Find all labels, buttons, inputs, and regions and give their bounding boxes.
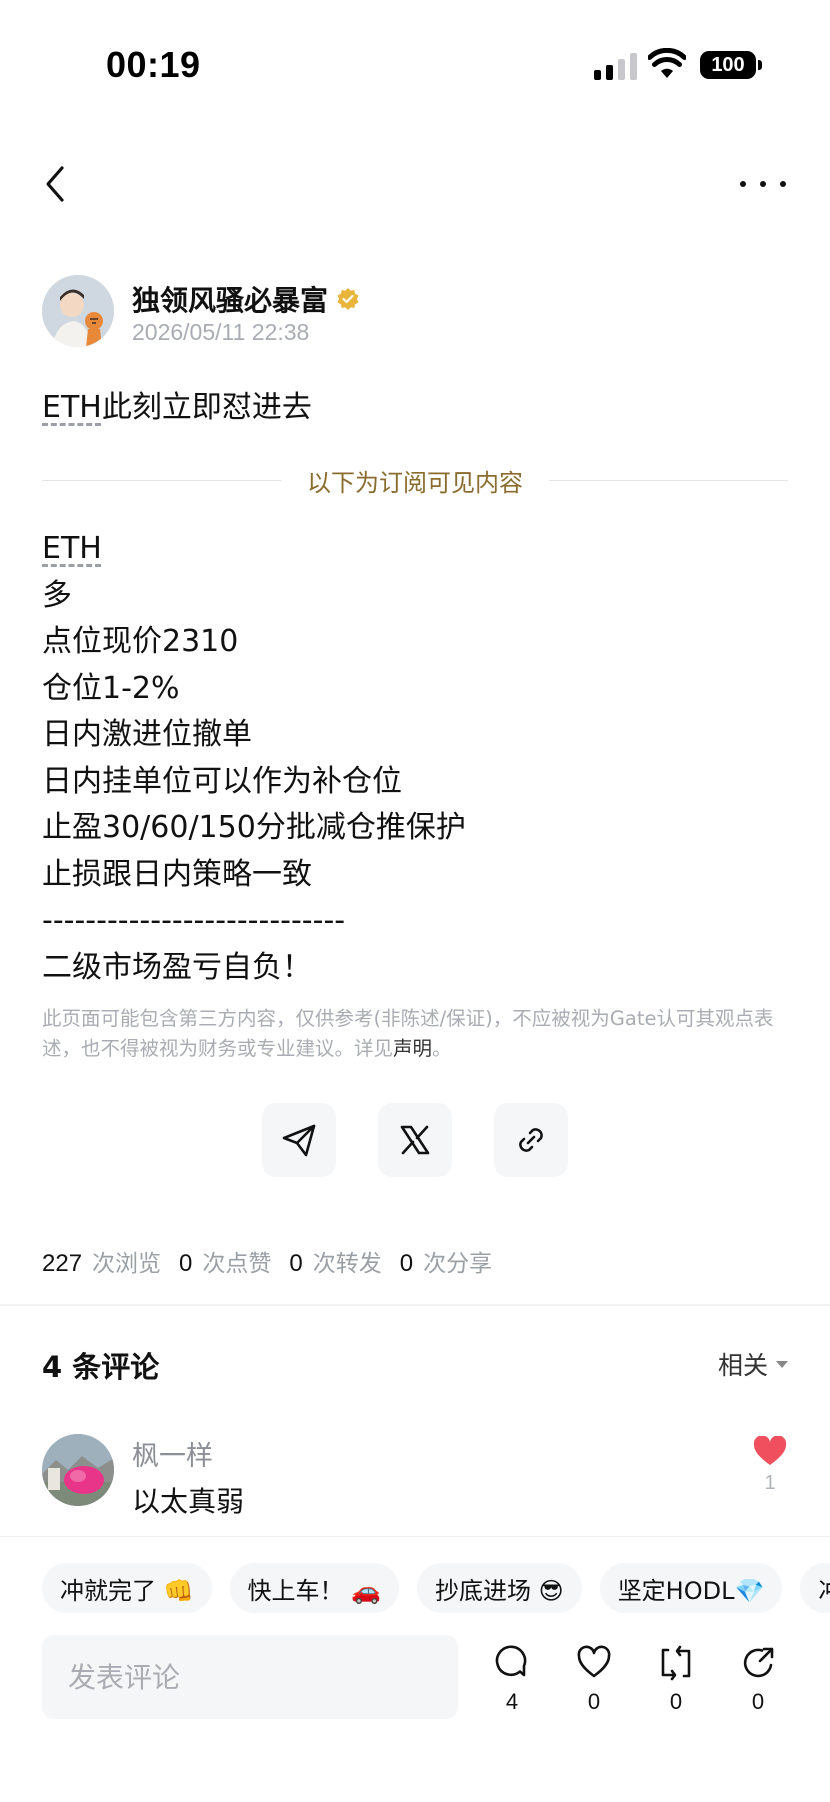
post-body: ETH 多 点位现价2310 仓位1-2% 日内激进位撤单 日内挂单位可以作为补…	[42, 526, 802, 991]
quick-reply-chip[interactable]: 坚定HODL💎	[599, 1563, 783, 1613]
copy-link-button[interactable]	[494, 1103, 568, 1177]
commenter-name[interactable]: 枫一样	[132, 1434, 213, 1473]
views-count: 227	[42, 1250, 83, 1277]
body-line: ----------------------------	[42, 903, 346, 938]
x-logo-icon	[400, 1125, 430, 1155]
divider-line	[42, 479, 281, 481]
divider-line	[549, 479, 788, 481]
reposts-count: 0	[289, 1250, 303, 1277]
likes-count: 0	[179, 1250, 193, 1277]
sort-label: 相关	[717, 1351, 768, 1380]
body-line: 仓位1-2%	[42, 670, 180, 706]
reposts-label: 次转发	[312, 1251, 382, 1277]
share-row	[262, 1103, 568, 1177]
paper-plane-icon	[282, 1124, 316, 1157]
status-time: 00:19	[106, 44, 201, 85]
body-line: 日内挂单位可以作为补仓位	[42, 763, 402, 799]
body-line: 日内激进位撤单	[42, 717, 252, 752]
comment-action-button[interactable]: 4	[494, 1645, 530, 1715]
quick-reply-chip[interactable]: 快上车！ 🚗	[229, 1563, 400, 1613]
shares-label: 次分享	[423, 1251, 493, 1277]
body-line: 点位现价2310	[42, 624, 239, 659]
repost-action-count: 0	[669, 1689, 683, 1714]
body-line: 止损跟日内策略一致	[42, 856, 312, 892]
top-nav	[0, 160, 830, 210]
wifi-icon	[648, 48, 686, 78]
post-title: ETH此刻立即怼进去	[42, 382, 312, 426]
body-line: 止盈30/60/150分批减仓推保护	[42, 810, 466, 845]
caret-down-icon	[776, 1360, 788, 1368]
like-action-button[interactable]: 0	[576, 1645, 612, 1715]
like-action-count: 0	[587, 1689, 601, 1714]
quick-reply-chip[interactable]: 抄底进场 😎	[417, 1563, 582, 1613]
more-options-icon[interactable]	[740, 166, 786, 202]
share-action-button[interactable]: 0	[740, 1645, 776, 1715]
commenter-avatar[interactable]	[42, 1434, 114, 1506]
comment-like-button[interactable]: 1	[752, 1435, 788, 1495]
author-name[interactable]: 独领风骚必暴富	[132, 279, 360, 319]
cellular-signal-icon	[594, 52, 637, 80]
repost-icon	[661, 1645, 691, 1681]
comment-text: 以太真弱	[132, 1485, 245, 1518]
section-separator	[0, 1304, 830, 1306]
author-avatar[interactable]	[42, 275, 114, 347]
comment-bubble-icon	[495, 1645, 527, 1677]
heart-outline-icon	[577, 1645, 611, 1678]
subscriber-divider: 以下为订阅可见内容	[42, 462, 788, 498]
post-timestamp: 2026/05/11 22:38	[132, 319, 310, 345]
verified-badge-icon	[337, 288, 359, 310]
comment-like-count: 1	[764, 1472, 776, 1494]
share-action-count: 0	[751, 1689, 765, 1714]
share-telegram-button[interactable]	[262, 1103, 336, 1177]
body-line: 二级市场盈亏自负！	[42, 949, 312, 985]
author-name-text: 独领风骚必暴富	[132, 284, 329, 317]
heart-filled-icon	[753, 1435, 787, 1465]
body-line: 多	[42, 577, 72, 613]
post-title-text: 此刻立即怼进去	[101, 390, 312, 425]
disclaimer-end: 。	[432, 1037, 452, 1060]
back-arrow-icon[interactable]	[40, 164, 70, 204]
quick-reply-chip[interactable]: 冲就完了 👊	[42, 1563, 212, 1613]
status-bar: 00:19 100	[0, 0, 830, 130]
battery-icon: 100	[700, 51, 762, 79]
repost-action-button[interactable]: 0	[658, 1645, 694, 1715]
share-arrow-icon	[743, 1647, 774, 1678]
quick-reply-chip[interactable]: 冲	[800, 1563, 830, 1613]
views-label: 次浏览	[92, 1251, 162, 1277]
coin-tag[interactable]: ETH	[42, 531, 102, 566]
bottom-bar: 冲就完了 👊 快上车！ 🚗 抄底进场 😎 坚定HODL💎 冲 4 0 0	[0, 1536, 830, 1802]
link-icon	[519, 1128, 543, 1152]
disclaimer-link[interactable]: 声明	[393, 1037, 432, 1060]
author-header: 独领风骚必暴富 2026/05/11 22:38	[42, 275, 782, 351]
comments-header: 4 条评论 相关	[42, 1344, 788, 1384]
post-stats: 227 次浏览 0 次点赞 0 次转发 0 次分享	[42, 1244, 510, 1278]
coin-tag[interactable]: ETH	[42, 390, 102, 425]
comment-input[interactable]	[42, 1635, 458, 1719]
comment-action-count: 4	[505, 1689, 519, 1714]
comment-item: 枫一样 以太真弱 1	[42, 1434, 788, 1518]
shares-count: 0	[399, 1250, 414, 1277]
comments-count-title: 4 条评论	[42, 1350, 160, 1384]
post-actions: 4 0 0 0	[494, 1645, 776, 1715]
likes-label: 次点赞	[202, 1251, 272, 1277]
disclaimer: 此页面可能包含第三方内容，仅供参考(非陈述/保证)，不应被视为Gate认可其观点…	[42, 1004, 792, 1064]
quick-reply-chips: 冲就完了 👊 快上车！ 🚗 抄底进场 😎 坚定HODL💎 冲	[42, 1563, 830, 1613]
comment-sort-dropdown[interactable]: 相关	[718, 1346, 788, 1382]
subscriber-divider-label: 以下为订阅可见内容	[307, 468, 523, 497]
share-x-button[interactable]	[378, 1103, 452, 1177]
